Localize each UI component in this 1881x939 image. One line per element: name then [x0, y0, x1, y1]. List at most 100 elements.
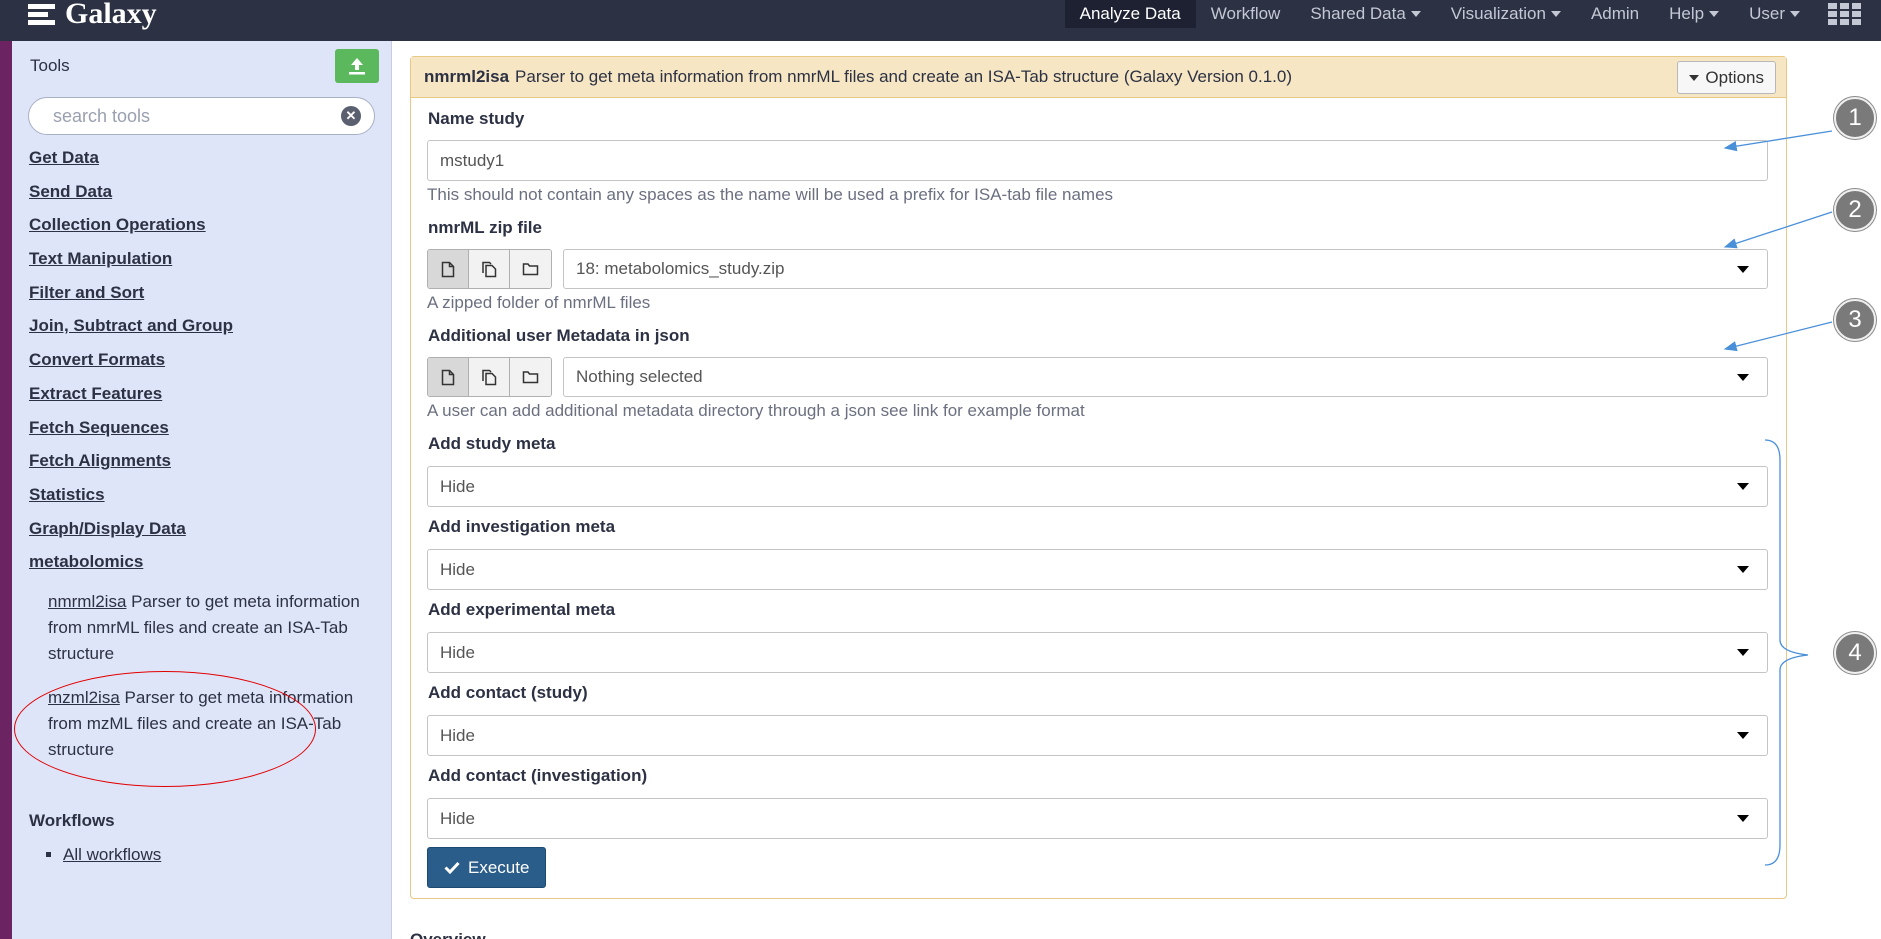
section-text-manipulation[interactable]: Text Manipulation — [29, 242, 391, 276]
options-button[interactable]: Options — [1677, 61, 1776, 94]
investigation-meta-label: Add investigation meta — [428, 517, 616, 536]
callout-4: 4 — [1834, 632, 1876, 674]
execute-button[interactable]: Execute — [427, 847, 547, 888]
all-workflows-link[interactable]: All workflows — [63, 845, 161, 865]
section-send-data[interactable]: Send Data — [29, 175, 391, 209]
folder-icon — [522, 263, 539, 276]
nav-shared-data[interactable]: Shared Data — [1295, 0, 1435, 28]
apps-grid-icon[interactable] — [1827, 0, 1861, 28]
tool-form-header: nmrml2isa Parser to get meta information… — [411, 57, 1786, 98]
caret-down-icon — [1689, 74, 1700, 81]
experimental-meta-label: Add experimental meta — [428, 600, 616, 619]
contact-investigation-label: Add contact (investigation) — [428, 766, 648, 785]
clear-search-icon[interactable]: ✕ — [341, 106, 361, 126]
collection-button[interactable] — [510, 358, 551, 396]
json-meta-label: Additional user Metadata in json — [428, 326, 690, 345]
section-join-subtract-group[interactable]: Join, Subtract and Group — [29, 309, 391, 343]
top-navbar: Galaxy Analyze Data Workflow Shared Data… — [0, 0, 1881, 41]
tool-panel: Tools ✕ Get Data Send Data Collection Op… — [12, 41, 392, 939]
files-icon — [482, 261, 497, 277]
section-convert-formats[interactable]: Convert Formats — [29, 343, 391, 377]
brand[interactable]: Galaxy — [28, 0, 157, 30]
nav-admin[interactable]: Admin — [1576, 0, 1654, 28]
tool-panel-header: Tools — [12, 41, 391, 91]
name-study-input[interactable] — [427, 140, 1768, 181]
callout-3: 3 — [1834, 299, 1876, 341]
search-input[interactable] — [28, 97, 375, 135]
tool-form-description: Parser to get meta information from nmrM… — [515, 67, 1293, 86]
zip-file-select[interactable]: 18: metabolomics_study.zip — [563, 249, 1768, 289]
caret-down-icon — [1709, 11, 1720, 17]
zip-file-help: A zipped folder of nmrML files — [427, 293, 651, 312]
nav-analyze-data[interactable]: Analyze Data — [1064, 0, 1196, 28]
caret-down-icon — [1737, 483, 1749, 490]
check-icon — [444, 861, 460, 874]
section-metabolomics[interactable]: metabolomics — [29, 545, 391, 579]
tool-section-list: Get Data Send Data Collection Operations… — [12, 141, 391, 579]
tool-link-nmrml2isa[interactable]: nmrml2isa — [48, 592, 126, 611]
section-fetch-alignments[interactable]: Fetch Alignments — [29, 444, 391, 478]
overview-heading: Overview — [410, 930, 486, 939]
callout-1: 1 — [1834, 97, 1876, 139]
json-meta-source-buttons — [427, 357, 552, 397]
nav-menu: Analyze Data Workflow Shared Data Visual… — [1064, 0, 1881, 28]
experimental-meta-select[interactable]: Hide — [427, 632, 1768, 673]
zip-file-label: nmrML zip file — [428, 218, 542, 237]
caret-down-icon — [1737, 649, 1749, 656]
caret-down-icon — [1410, 11, 1421, 17]
workflows-heading: Workflows — [29, 810, 115, 830]
files-icon — [482, 369, 497, 385]
multiple-datasets-button[interactable] — [469, 250, 510, 288]
contact-study-label: Add contact (study) — [428, 683, 588, 702]
tool-panel-title: Tools — [30, 56, 70, 75]
contact-study-select[interactable]: Hide — [427, 715, 1768, 756]
name-study-label: Name study — [428, 109, 525, 128]
brand-title: Galaxy — [65, 0, 157, 30]
nav-user[interactable]: User — [1734, 0, 1815, 28]
tool-form: nmrml2isa Parser to get meta information… — [410, 56, 1787, 899]
list-item: All workflows — [46, 845, 391, 865]
single-dataset-button[interactable] — [428, 250, 469, 288]
upload-icon — [349, 58, 365, 75]
folder-icon — [522, 371, 539, 384]
section-statistics[interactable]: Statistics — [29, 478, 391, 512]
file-icon — [441, 369, 455, 385]
caret-down-icon — [1737, 265, 1749, 273]
caret-down-icon — [1737, 566, 1749, 573]
file-icon — [441, 261, 455, 277]
section-extract-features[interactable]: Extract Features — [29, 377, 391, 411]
caret-down-icon — [1737, 373, 1749, 381]
section-graph-display-data[interactable]: Graph/Display Data — [29, 512, 391, 546]
study-meta-select[interactable]: Hide — [427, 466, 1768, 507]
galaxy-logo-icon — [28, 1, 55, 27]
caret-down-icon — [1550, 11, 1561, 17]
section-get-data[interactable]: Get Data — [29, 141, 391, 175]
investigation-meta-select[interactable]: Hide — [427, 549, 1768, 590]
caret-down-icon — [1790, 11, 1800, 17]
multiple-datasets-button[interactable] — [469, 358, 510, 396]
nav-workflow[interactable]: Workflow — [1196, 0, 1296, 28]
nav-visualization[interactable]: Visualization — [1436, 0, 1576, 28]
workflows-list: All workflows — [46, 845, 391, 865]
json-meta-help: A user can add additional metadata direc… — [427, 401, 1085, 420]
callout-2: 2 — [1834, 189, 1876, 231]
json-meta-select[interactable]: Nothing selected — [563, 357, 1768, 397]
tool-form-title: nmrml2isa — [424, 67, 510, 86]
section-filter-and-sort[interactable]: Filter and Sort — [29, 276, 391, 310]
section-fetch-sequences[interactable]: Fetch Sequences — [29, 411, 391, 445]
tool-link-mzml2isa[interactable]: mzml2isa — [48, 688, 120, 707]
zip-file-source-buttons — [427, 249, 552, 289]
nav-help[interactable]: Help — [1654, 0, 1734, 28]
tool-entry-mzml2isa: mzml2isa Parser to get meta information … — [14, 670, 371, 787]
collection-button[interactable] — [510, 250, 551, 288]
left-panel-collapse-strip[interactable] — [0, 41, 12, 939]
study-meta-label: Add study meta — [428, 434, 556, 453]
upload-button[interactable] — [335, 49, 379, 83]
single-dataset-button[interactable] — [428, 358, 469, 396]
tool-search: ✕ — [28, 97, 375, 135]
section-collection-operations[interactable]: Collection Operations — [29, 208, 391, 242]
caret-down-icon — [1737, 815, 1749, 822]
caret-down-icon — [1737, 732, 1749, 739]
name-study-help: This should not contain any spaces as th… — [427, 185, 1114, 204]
contact-investigation-select[interactable]: Hide — [427, 798, 1768, 839]
